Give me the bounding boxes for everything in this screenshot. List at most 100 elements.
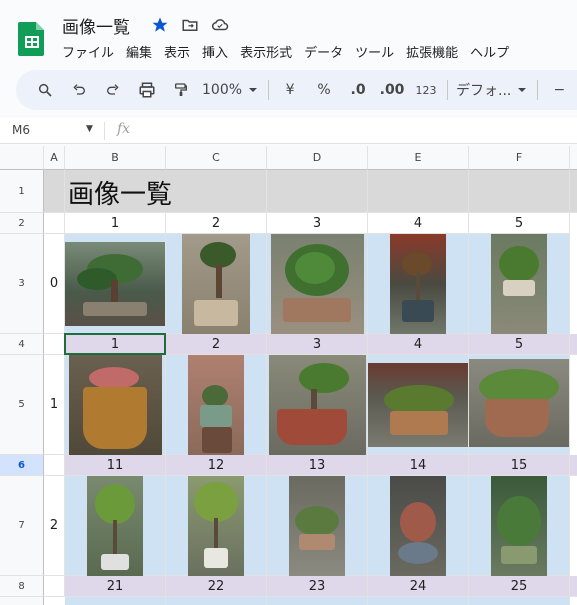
image-cell[interactable]: [368, 476, 469, 576]
move-folder-icon[interactable]: [180, 15, 200, 35]
column-header-e[interactable]: E: [368, 146, 469, 170]
title-cell-a1[interactable]: [44, 170, 65, 213]
image-cell[interactable]: [469, 355, 570, 455]
header-num-cell[interactable]: 5: [469, 334, 570, 355]
row-header-8[interactable]: 8: [0, 576, 44, 597]
header-num-cell[interactable]: 21: [65, 576, 166, 597]
sheets-logo-icon[interactable]: [18, 20, 46, 56]
image-cell[interactable]: [368, 355, 469, 455]
number-format-button[interactable]: 123: [413, 76, 439, 104]
row-header-6[interactable]: 6: [0, 455, 44, 476]
image-cell[interactable]: [267, 234, 368, 334]
header-num-cell[interactable]: 2: [166, 334, 267, 355]
column-header-d[interactable]: D: [267, 146, 368, 170]
cell-a6[interactable]: [44, 455, 65, 476]
column-header-b[interactable]: B: [65, 146, 166, 170]
menu-file[interactable]: ファイル: [62, 42, 120, 61]
document-title[interactable]: 画像一覧: [62, 13, 130, 38]
row-header-2[interactable]: 2: [0, 213, 44, 234]
search-icon[interactable]: [32, 76, 58, 104]
cell-f1[interactable]: [469, 170, 570, 213]
select-all-corner[interactable]: [0, 146, 44, 170]
header-num-cell[interactable]: 14: [368, 455, 469, 476]
image-cell[interactable]: [166, 476, 267, 576]
image-cell[interactable]: [166, 597, 267, 605]
image-cell[interactable]: [469, 597, 570, 605]
header-num-cell[interactable]: 15: [469, 455, 570, 476]
row-header-9[interactable]: [0, 597, 44, 605]
image-cell[interactable]: [267, 355, 368, 455]
row-index-cell[interactable]: 2: [44, 476, 65, 576]
cell-g4[interactable]: [570, 334, 577, 355]
header-num-cell[interactable]: 13: [267, 455, 368, 476]
row-header-4[interactable]: 4: [0, 334, 44, 355]
header-num-cell[interactable]: 24: [368, 576, 469, 597]
cloud-saved-icon[interactable]: [210, 15, 230, 35]
row-header-5[interactable]: 5: [0, 355, 44, 455]
menu-format[interactable]: 表示形式: [240, 42, 298, 61]
currency-format-button[interactable]: ¥: [277, 76, 303, 104]
header-num-cell[interactable]: 23: [267, 576, 368, 597]
chevron-down-icon[interactable]: [246, 76, 260, 104]
image-cell[interactable]: [267, 597, 368, 605]
menu-edit[interactable]: 編集: [126, 42, 158, 61]
menu-data[interactable]: データ: [304, 42, 349, 61]
column-header-f[interactable]: F: [469, 146, 570, 170]
image-cell[interactable]: [65, 234, 166, 334]
menu-help[interactable]: ヘルプ: [470, 42, 515, 61]
column-header-a[interactable]: A: [44, 146, 65, 170]
cell-a4[interactable]: [44, 334, 65, 355]
image-cell[interactable]: [368, 597, 469, 605]
header-num-cell[interactable]: 12: [166, 455, 267, 476]
menu-insert[interactable]: 挿入: [202, 42, 234, 61]
undo-icon[interactable]: [66, 76, 92, 104]
header-num-cell[interactable]: 22: [166, 576, 267, 597]
cell-a8[interactable]: [44, 576, 65, 597]
menu-extensions[interactable]: 拡張機能: [406, 42, 464, 61]
cell-e1[interactable]: [368, 170, 469, 213]
font-size-decrease-button[interactable]: −: [546, 76, 572, 104]
header-num-cell[interactable]: 4: [368, 334, 469, 355]
cell-g1[interactable]: [570, 170, 577, 213]
image-cell[interactable]: [267, 476, 368, 576]
menu-view[interactable]: 表示: [164, 42, 196, 61]
header-num-cell[interactable]: 1: [65, 213, 166, 234]
percent-format-button[interactable]: %: [311, 76, 337, 104]
image-cell[interactable]: [166, 234, 267, 334]
image-cell[interactable]: [65, 597, 166, 605]
header-num-cell[interactable]: 3: [267, 213, 368, 234]
row-index-cell[interactable]: 0: [44, 234, 65, 334]
header-num-cell[interactable]: 4: [368, 213, 469, 234]
cell-d1[interactable]: [267, 170, 368, 213]
cell-g8[interactable]: [570, 576, 577, 597]
star-icon[interactable]: [150, 15, 170, 35]
header-num-cell[interactable]: 25: [469, 576, 570, 597]
image-cell[interactable]: [469, 476, 570, 576]
chevron-down-icon[interactable]: ▼: [86, 124, 93, 134]
zoom-select[interactable]: 100%: [202, 76, 242, 104]
header-num-cell[interactable]: 2: [166, 213, 267, 234]
decrease-decimal-button[interactable]: .0: [345, 76, 371, 104]
name-box[interactable]: M6: [12, 123, 30, 137]
row-header-1[interactable]: 1: [0, 170, 44, 213]
image-cell[interactable]: [65, 355, 166, 455]
row-index-cell[interactable]: 1: [44, 355, 65, 455]
cell-a2[interactable]: [44, 213, 65, 234]
header-num-cell[interactable]: 11: [65, 455, 166, 476]
cell-g6[interactable]: [570, 455, 577, 476]
font-select[interactable]: デフォ...: [456, 76, 511, 104]
column-header-g[interactable]: [570, 146, 577, 170]
header-num-cell[interactable]: 3: [267, 334, 368, 355]
increase-decimal-button[interactable]: .00: [379, 76, 405, 104]
spreadsheet-grid[interactable]: A B C D E F 1 2 3 4 5 6 7 8 画像一覧 1 2 3 4…: [0, 146, 577, 605]
print-icon[interactable]: [134, 76, 160, 104]
image-cell[interactable]: [469, 234, 570, 334]
paint-format-icon[interactable]: [168, 76, 194, 104]
image-cell[interactable]: [65, 476, 166, 576]
redo-icon[interactable]: [100, 76, 126, 104]
image-cell[interactable]: [166, 355, 267, 455]
row-header-7[interactable]: 7: [0, 476, 44, 576]
menu-tools[interactable]: ツール: [355, 42, 400, 61]
row-header-3[interactable]: 3: [0, 234, 44, 334]
chevron-down-icon[interactable]: [515, 76, 529, 104]
